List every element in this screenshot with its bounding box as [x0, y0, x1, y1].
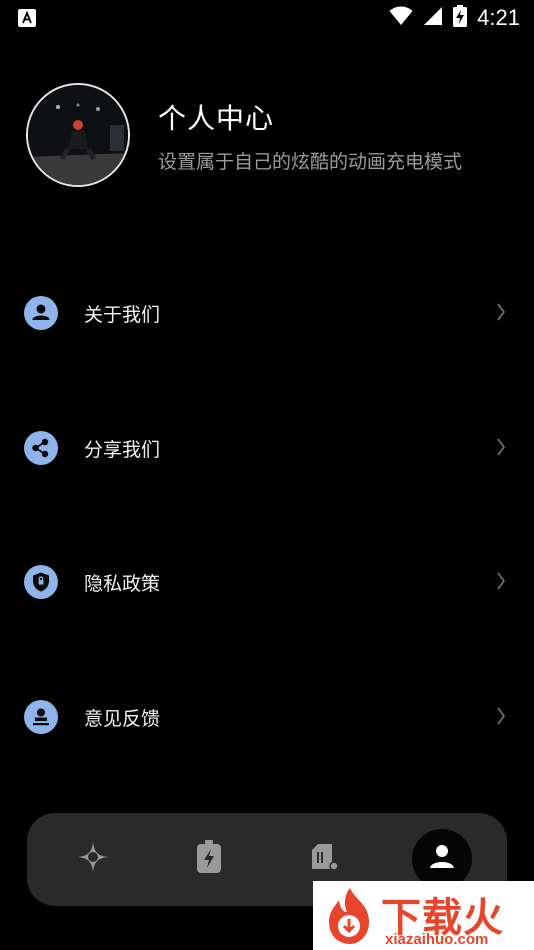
status-icons: 4:21: [389, 4, 520, 32]
share-icon: [24, 431, 58, 465]
nav-sparkle-tab[interactable]: [63, 829, 123, 889]
battery-charging-icon: [453, 5, 468, 31]
status-bar: 4:21: [0, 0, 534, 36]
nav-profile-tab[interactable]: [412, 829, 472, 889]
wifi-icon: [389, 6, 413, 30]
watermark-logo: 下载火 xiazaihuo.com: [313, 881, 534, 950]
flame-logo-icon: [321, 886, 379, 950]
avatar[interactable]: [26, 83, 130, 187]
nav-battery-tab[interactable]: [179, 829, 239, 889]
card-icon: [310, 842, 340, 876]
menu-label: 意见反馈: [84, 708, 161, 730]
battery-bolt-icon: [196, 840, 222, 878]
chevron-right-icon: [496, 705, 506, 727]
menu-label: 关于我们: [84, 304, 161, 326]
chevron-right-icon: [496, 436, 506, 458]
profile-header: 个人中心 设置属于自己的炫酷的动画充电模式: [26, 83, 516, 187]
nav-card-tab[interactable]: [295, 829, 355, 889]
menu-item-privacy[interactable]: 隐私政策: [0, 541, 534, 621]
menu-label: 隐私政策: [84, 573, 161, 595]
watermark-subtext: xiazaihuo.com: [385, 931, 489, 948]
status-time: 4:21: [477, 5, 520, 30]
profile-subtitle: 设置属于自己的炫酷的动画充电模式: [158, 151, 463, 173]
person-icon: [24, 296, 58, 330]
chevron-right-icon: [496, 301, 506, 323]
feedback-stamp-icon: [24, 700, 58, 734]
chevron-right-icon: [496, 570, 506, 592]
profile-title: 个人中心: [158, 102, 275, 135]
sparkle-icon: [76, 840, 110, 878]
menu-item-about[interactable]: 关于我们: [0, 272, 534, 352]
a-box-icon: [18, 9, 36, 27]
shield-icon: [24, 565, 58, 599]
signal-icon: [423, 6, 443, 30]
person-icon: [427, 842, 457, 876]
menu-item-share[interactable]: 分享我们: [0, 407, 534, 487]
menu-item-feedback[interactable]: 意见反馈: [0, 676, 534, 756]
menu-label: 分享我们: [84, 439, 161, 461]
